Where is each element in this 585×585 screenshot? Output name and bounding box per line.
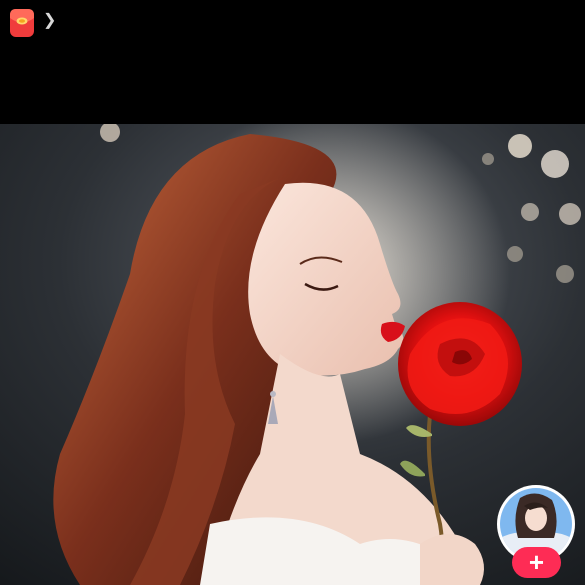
top-bar: ❯ bbox=[0, 0, 585, 124]
red-envelope-icon[interactable] bbox=[9, 8, 35, 38]
chevron-right-icon[interactable]: ❯ bbox=[43, 12, 56, 30]
follow-button[interactable]: + bbox=[512, 547, 561, 578]
